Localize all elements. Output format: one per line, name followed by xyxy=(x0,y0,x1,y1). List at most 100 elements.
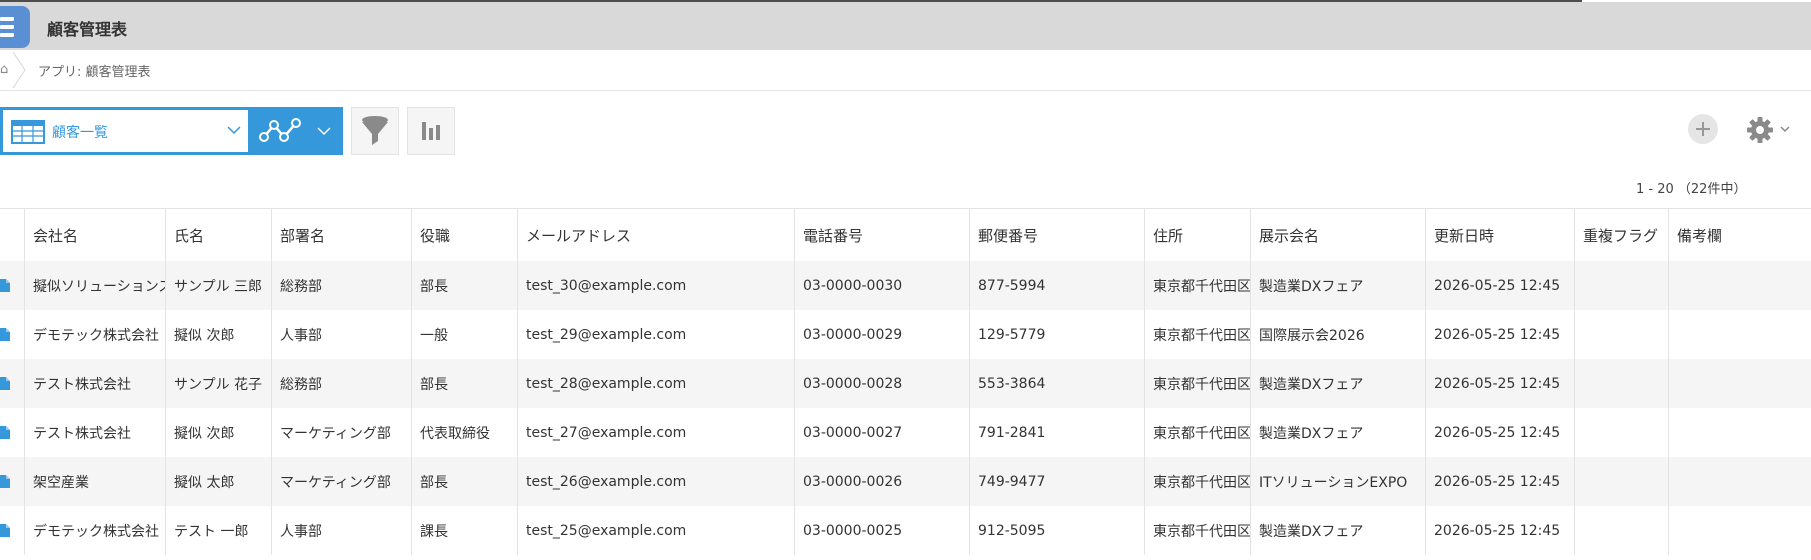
table-cell: 129-5779 xyxy=(969,310,1144,359)
table-cell: 擬似ソリューションズ xyxy=(24,261,165,310)
view-selector[interactable]: 顧客一覧 xyxy=(0,107,251,155)
table-cell: 部長 xyxy=(411,261,517,310)
record-icon[interactable] xyxy=(0,475,10,488)
table-cell: 総務部 xyxy=(271,359,411,408)
table-cell: 製造業DXフェア xyxy=(1250,408,1425,457)
column-header[interactable]: 郵便番号 xyxy=(969,209,1144,261)
table-cell: 擬似 太郎 xyxy=(165,457,271,506)
table-cell: 2026-05-25 12:45 xyxy=(1425,408,1574,457)
column-header[interactable]: 部署名 xyxy=(271,209,411,261)
chevron-down-icon xyxy=(227,126,241,135)
table-cell: デモテック株式会社 xyxy=(24,310,165,359)
home-icon[interactable]: ⌂ xyxy=(0,62,8,77)
chart-icon xyxy=(422,122,440,140)
table-cell xyxy=(1668,457,1811,506)
table-cell: ITソリューションEXPO xyxy=(1250,457,1425,506)
table-row[interactable]: 擬似ソリューションズ サンプル 三郎 総務部 部長 test_30@example.co… xyxy=(0,261,1811,310)
table-cell: 2026-05-25 12:45 xyxy=(1425,261,1574,310)
chevron-down-icon xyxy=(317,127,331,136)
breadcrumb-app-link[interactable]: アプリ: 顧客管理表 xyxy=(38,61,151,80)
table-cell: 課長 xyxy=(411,506,517,555)
record-icon[interactable] xyxy=(0,377,10,390)
table-cell xyxy=(1574,310,1668,359)
graph-icon xyxy=(259,118,301,142)
table-cell: 791-2841 xyxy=(969,408,1144,457)
table-cell: 03-0000-0030 xyxy=(794,261,969,310)
records-table: 会社名 氏名 部署名 役職 メールアドレス 電話番号 郵便番号 住所 展示会名 更新日時 重複フラグ… xyxy=(0,208,1811,560)
breadcrumb: ⌂ アプリ: 顧客管理表 xyxy=(0,50,1811,91)
table-cell: 03-0000-0029 xyxy=(794,310,969,359)
table-cell: テスト株式会社 xyxy=(24,408,165,457)
chart-button[interactable] xyxy=(407,107,455,155)
table-cell: 擬似 次郎 xyxy=(165,310,271,359)
column-header[interactable]: 電話番号 xyxy=(794,209,969,261)
table-cell: 製造業DXフェア xyxy=(1250,506,1425,555)
table-cell xyxy=(1574,359,1668,408)
table-cell: 東京都千代田区 xyxy=(1144,359,1250,408)
table-cell: マーケティング部 xyxy=(271,457,411,506)
table-cell: 877-5994 xyxy=(969,261,1144,310)
column-header[interactable]: 氏名 xyxy=(165,209,271,261)
table-cell: 東京都千代田区 xyxy=(1144,310,1250,359)
table-cell: テスト株式会社 xyxy=(24,359,165,408)
table-cell: 総務部 xyxy=(271,261,411,310)
table-cell: test_30@example.com xyxy=(517,261,794,310)
pagination-info: 1 - 20 （22件中） xyxy=(1636,182,1747,197)
record-icon[interactable] xyxy=(0,328,10,341)
record-icon[interactable] xyxy=(0,279,10,292)
app-title: 顧客管理表 xyxy=(47,20,128,39)
table-cell: 人事部 xyxy=(271,506,411,555)
record-icon[interactable] xyxy=(0,426,10,439)
column-header[interactable]: 重複フラグ xyxy=(1574,209,1668,261)
table-cell: 2026-05-25 12:45 xyxy=(1425,506,1574,555)
table-cell: 東京都千代田区 xyxy=(1144,408,1250,457)
table-row[interactable]: 架空産業 擬似 太郎 マーケティング部 部長 test_26@example.com 03… xyxy=(0,457,1811,506)
record-icon[interactable] xyxy=(0,524,10,537)
gear-icon[interactable] xyxy=(1745,115,1775,145)
column-header[interactable]: 更新日時 xyxy=(1425,209,1574,261)
menu-icon[interactable] xyxy=(0,6,30,48)
table-cell: 2026-05-25 12:45 xyxy=(1425,359,1574,408)
breadcrumb-separator xyxy=(12,52,26,88)
table-cell: 2026-05-25 12:45 xyxy=(1425,457,1574,506)
table-cell xyxy=(1574,457,1668,506)
table-row[interactable]: デモテック株式会社 テスト 一郎 人事部 課長 test_25@example.com 0… xyxy=(0,506,1811,555)
table-row[interactable]: デモテック株式会社 擬似 次郎 人事部 一般 test_29@example.com 03… xyxy=(0,310,1811,359)
table-cell xyxy=(1668,506,1811,555)
table-cell: test_25@example.com xyxy=(517,506,794,555)
add-record-button[interactable] xyxy=(1688,114,1718,144)
table-cell: 03-0000-0027 xyxy=(794,408,969,457)
table-cell: 東京都千代田区 xyxy=(1144,457,1250,506)
filter-icon xyxy=(362,116,388,145)
table-cell: 擬似 次郎 xyxy=(165,408,271,457)
filter-button[interactable] xyxy=(351,107,399,155)
table-row[interactable]: テスト株式会社 擬似 次郎 マーケティング部 代表取締役 test_27@example… xyxy=(0,408,1811,457)
table-cell: サンプル 三郎 xyxy=(165,261,271,310)
column-header[interactable]: 会社名 xyxy=(24,209,165,261)
table-cell xyxy=(1668,408,1811,457)
column-header[interactable]: 展示会名 xyxy=(1250,209,1425,261)
table-cell xyxy=(1668,359,1811,408)
table-view-icon xyxy=(11,120,45,144)
table-cell xyxy=(1574,261,1668,310)
table-cell: 553-3864 xyxy=(969,359,1144,408)
column-header[interactable]: メールアドレス xyxy=(517,209,794,261)
table-row[interactable]: テスト株式会社 サンプル 花子 総務部 部長 test_28@example.com 03… xyxy=(0,359,1811,408)
column-header[interactable]: 備考欄 xyxy=(1668,209,1811,261)
table-cell xyxy=(1574,408,1668,457)
table-cell: test_29@example.com xyxy=(517,310,794,359)
table-cell xyxy=(1668,310,1811,359)
table-cell: 2026-05-25 12:45 xyxy=(1425,310,1574,359)
column-header[interactable]: 住所 xyxy=(1144,209,1250,261)
table-cell: 架空産業 xyxy=(24,457,165,506)
column-header[interactable]: 役職 xyxy=(411,209,517,261)
table-cell: 03-0000-0026 xyxy=(794,457,969,506)
table-cell: 代表取締役 xyxy=(411,408,517,457)
table-cell xyxy=(1574,506,1668,555)
graph-view-button[interactable] xyxy=(251,107,343,155)
table-cell: 部長 xyxy=(411,359,517,408)
chevron-down-icon[interactable] xyxy=(1780,125,1790,133)
table-cell: 03-0000-0028 xyxy=(794,359,969,408)
view-name: 顧客一覧 xyxy=(52,125,108,141)
add-icon xyxy=(1696,122,1710,136)
